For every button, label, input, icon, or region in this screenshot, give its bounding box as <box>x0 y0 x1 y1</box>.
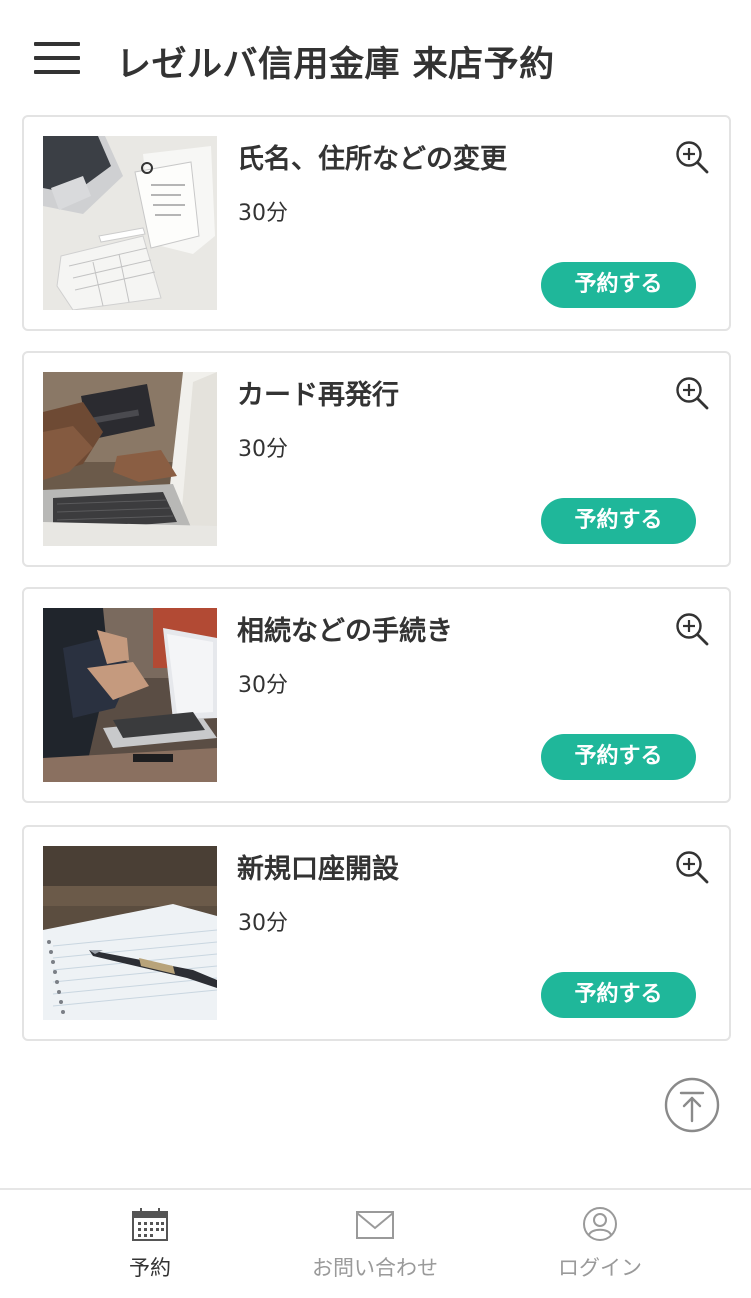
service-card: 氏名、住所などの変更 30分 予約する <box>22 115 731 331</box>
reserve-button[interactable]: 予約する <box>541 262 696 308</box>
service-card: カード再発行 30分 予約する <box>22 351 731 567</box>
user-icon <box>580 1206 620 1242</box>
service-duration: 30分 <box>238 437 288 462</box>
app-header: レゼルバ信用金庫 来店予約 <box>0 0 751 115</box>
zoom-in-icon[interactable] <box>674 849 710 885</box>
hamburger-menu-icon[interactable] <box>34 42 80 76</box>
zoom-in-icon[interactable] <box>674 139 710 175</box>
service-title: 新規口座開設 <box>237 854 399 885</box>
service-duration: 30分 <box>238 673 288 698</box>
envelope-icon <box>355 1206 395 1242</box>
bottom-navigation: 予約 お問い合わせ ログイン <box>0 1188 751 1298</box>
nav-label: ログイン <box>558 1256 642 1280</box>
service-image <box>43 136 217 310</box>
service-duration: 30分 <box>238 911 288 936</box>
service-title: カード再発行 <box>237 380 399 411</box>
nav-item-contact[interactable]: お問い合わせ <box>250 1190 500 1298</box>
reserve-button[interactable]: 予約する <box>541 734 696 780</box>
service-image <box>43 372 217 546</box>
nav-item-reservation[interactable]: 予約 <box>25 1190 275 1298</box>
nav-label: お問い合わせ <box>312 1256 438 1280</box>
zoom-in-icon[interactable] <box>674 375 710 411</box>
reserve-button[interactable]: 予約する <box>541 498 696 544</box>
reserve-button[interactable]: 予約する <box>541 972 696 1018</box>
nav-label: 予約 <box>129 1256 171 1280</box>
service-image <box>43 608 217 782</box>
scroll-to-top-icon[interactable] <box>664 1077 720 1133</box>
calendar-icon <box>130 1206 170 1242</box>
service-card: 新規口座開設 30分 予約する <box>22 825 731 1041</box>
service-duration: 30分 <box>238 201 288 226</box>
nav-item-login[interactable]: ログイン <box>475 1190 725 1298</box>
service-title: 氏名、住所などの変更 <box>237 144 507 175</box>
service-title: 相続などの手続き <box>237 616 453 647</box>
service-card: 相続などの手続き 30分 予約する <box>22 587 731 803</box>
zoom-in-icon[interactable] <box>674 611 710 647</box>
page-title: レゼルバ信用金庫 来店予約 <box>116 45 555 85</box>
service-image <box>43 846 217 1020</box>
